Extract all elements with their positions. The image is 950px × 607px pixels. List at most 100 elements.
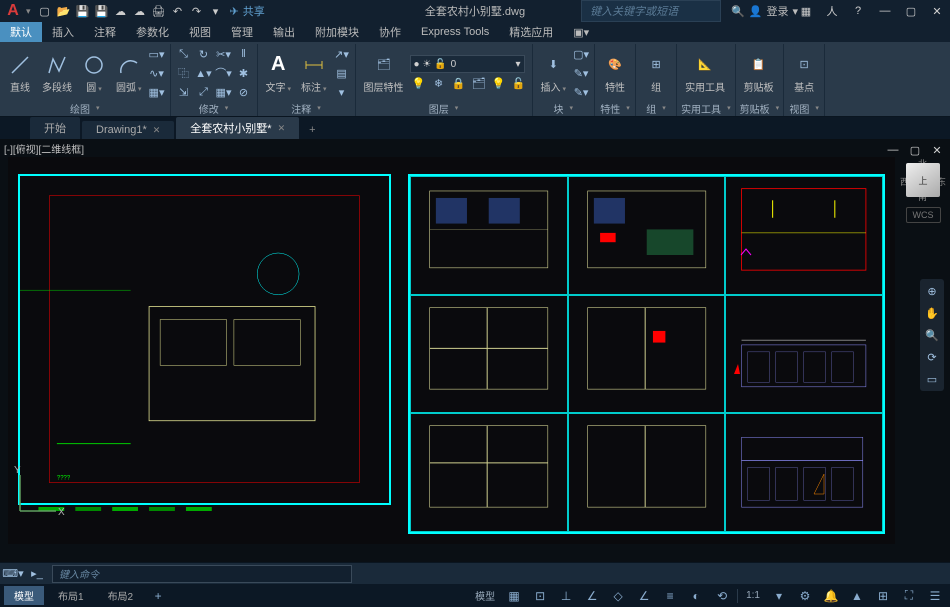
properties-button[interactable]: 🎨 特性 [599, 51, 631, 96]
copy-button[interactable]: ⿻ [175, 65, 193, 81]
menu-parametric[interactable]: 参数化 [126, 22, 179, 42]
showmotion-icon[interactable]: ▭ [923, 371, 941, 387]
panel-group-title[interactable]: 组 [640, 100, 672, 116]
spline-button[interactable]: ∿▾ [148, 65, 166, 81]
command-input[interactable]: 键入命令 [52, 565, 352, 583]
cloud-open-icon[interactable]: ☁ [113, 3, 129, 19]
menu-addins[interactable]: 附加模块 [305, 22, 369, 42]
a360-icon[interactable]: 人 [824, 3, 840, 19]
move-button[interactable]: ⤡ [175, 46, 193, 62]
viewport-label[interactable]: [-][俯视][二维线框] [4, 141, 84, 156]
orbit-icon[interactable]: ⟳ [923, 349, 941, 365]
stretch-button[interactable]: ⇲ [175, 84, 193, 100]
polar-toggle-icon[interactable]: ∠ [581, 587, 603, 605]
scale-button[interactable]: ⤢ [195, 84, 213, 100]
vp-close-icon[interactable]: ✕ [928, 141, 946, 159]
new-tab-button[interactable]: + [301, 121, 323, 139]
close-tab-icon[interactable]: ✕ [153, 125, 161, 136]
help-icon[interactable]: ? [850, 3, 866, 19]
qat-dropdown-icon[interactable]: ▾ [208, 3, 224, 19]
osnap-toggle-icon[interactable]: ◇ [607, 587, 629, 605]
panel-block-title[interactable]: 块 [537, 100, 591, 116]
anno-more[interactable]: ▾ [333, 84, 351, 100]
close-button[interactable]: ✕ [928, 2, 946, 20]
panel-clipboard-title[interactable]: 剪贴板 [740, 100, 780, 116]
edit-block-button[interactable]: ✎▾ [572, 65, 590, 81]
dimension-button[interactable]: 标注 [297, 51, 331, 96]
leader-button[interactable]: ↗▾ [333, 46, 351, 62]
layer-iso-button[interactable]: 💡 [410, 75, 428, 91]
user-login[interactable]: 🔍 👤 登录 ▾ [731, 3, 798, 19]
viewcube[interactable]: 上 [906, 163, 940, 197]
create-block-button[interactable]: ▢▾ [572, 46, 590, 62]
hatch-button[interactable]: ▦▾ [148, 84, 166, 100]
panel-annotate-title[interactable]: 注释 [262, 100, 351, 116]
status-tab-model[interactable]: 模型 [4, 586, 44, 605]
hw-accel-icon[interactable]: ⊞ [872, 587, 894, 605]
fillet-button[interactable]: ⌒▾ [215, 65, 233, 81]
panel-modify-title[interactable]: 修改 [175, 100, 253, 116]
wcs-label[interactable]: WCS [906, 207, 941, 223]
panel-utilities-title[interactable]: 实用工具 [681, 100, 731, 116]
anno-scale-dd-icon[interactable]: ▾ [768, 587, 790, 605]
pan-icon[interactable]: ✋ [923, 305, 941, 321]
transparency-icon[interactable]: ◐ [685, 587, 707, 605]
rotate-button[interactable]: ↻ [195, 46, 213, 62]
group-button[interactable]: ⊞ 组 [640, 51, 672, 96]
saveas-icon[interactable]: 💾 [94, 3, 110, 19]
panel-layer-title[interactable]: 图层 [360, 100, 528, 116]
new-icon[interactable]: ▢ [37, 3, 53, 19]
clean-screen-icon[interactable]: ⛶ [898, 587, 920, 605]
otrack-toggle-icon[interactable]: ∠ [633, 587, 655, 605]
explode-button[interactable]: ✱ [235, 65, 253, 81]
line-button[interactable]: 直线 [4, 51, 36, 96]
menu-output[interactable]: 输出 [263, 22, 305, 42]
cmd-history-icon[interactable]: ⌨▾ [4, 566, 22, 582]
status-tab-layout2[interactable]: 布局2 [98, 586, 144, 605]
panel-draw-title[interactable]: 绘图 [4, 100, 166, 116]
layer-match-button[interactable]: 🗂 [470, 75, 488, 91]
array-button[interactable]: ▦▾ [215, 84, 233, 100]
minimize-button[interactable]: — [876, 2, 894, 20]
basepoint-button[interactable]: ⊡ 基点 [788, 51, 820, 96]
layer-freeze-button[interactable]: ❄ [430, 75, 448, 91]
customize-status-icon[interactable]: ☰ [924, 587, 946, 605]
cycling-icon[interactable]: ⟲ [711, 587, 733, 605]
anno-scale-button[interactable]: 1:1 [742, 590, 764, 601]
zoom-icon[interactable]: 🔍 [923, 327, 941, 343]
redo-icon[interactable]: ↷ [189, 3, 205, 19]
status-tab-layout1[interactable]: 布局1 [48, 586, 94, 605]
app-menu-dropdown[interactable]: ▾ [26, 6, 31, 17]
grid-toggle-icon[interactable]: ▦ [503, 587, 525, 605]
tab-villa[interactable]: 全套农村小别墅*✕ [176, 117, 299, 139]
trim-button[interactable]: ✂▾ [215, 46, 233, 62]
panel-view-title[interactable]: 视图 [788, 100, 820, 116]
drawing-area[interactable]: [-][俯视][二维线框] — ▢ ✕ ???? [0, 139, 950, 562]
panel-properties-title[interactable]: 特性 [599, 100, 631, 116]
rect-button[interactable]: ▭▾ [148, 46, 166, 62]
compass[interactable]: 北 南 东 西 上 [902, 159, 944, 201]
layer-walk-button[interactable]: 🔓 [510, 75, 528, 91]
menu-annotate[interactable]: 注释 [84, 22, 126, 42]
ortho-toggle-icon[interactable]: ⊥ [555, 587, 577, 605]
maximize-button[interactable]: ▢ [902, 2, 920, 20]
arc-button[interactable]: 圆弧 [112, 51, 146, 96]
erase-button[interactable]: ⊘ [235, 84, 253, 100]
cmd-recent-icon[interactable]: ▸_ [28, 566, 46, 582]
layer-off-button[interactable]: 💡 [490, 75, 508, 91]
open-icon[interactable]: 📂 [56, 3, 72, 19]
menu-launcher-icon[interactable]: ▣▾ [563, 22, 599, 42]
menu-default[interactable]: 默认 [0, 22, 42, 42]
cloud-save-icon[interactable]: ☁ [132, 3, 148, 19]
utilities-button[interactable]: 📐 实用工具 [681, 51, 729, 96]
vp-minimize-icon[interactable]: — [884, 141, 902, 159]
layer-lock-button[interactable]: 🔒 [450, 75, 468, 91]
anno-monitor-icon[interactable]: 🔔 [820, 587, 842, 605]
table-button[interactable]: ▤ [333, 65, 351, 81]
layer-selector[interactable]: ● ☀ 🔓 0▾ [410, 55, 525, 73]
app-logo[interactable]: A [4, 2, 22, 20]
plot-icon[interactable]: 🖨 [151, 3, 167, 19]
snap-toggle-icon[interactable]: ⊡ [529, 587, 551, 605]
add-layout-button[interactable]: + [147, 587, 169, 605]
menu-manage[interactable]: 管理 [221, 22, 263, 42]
